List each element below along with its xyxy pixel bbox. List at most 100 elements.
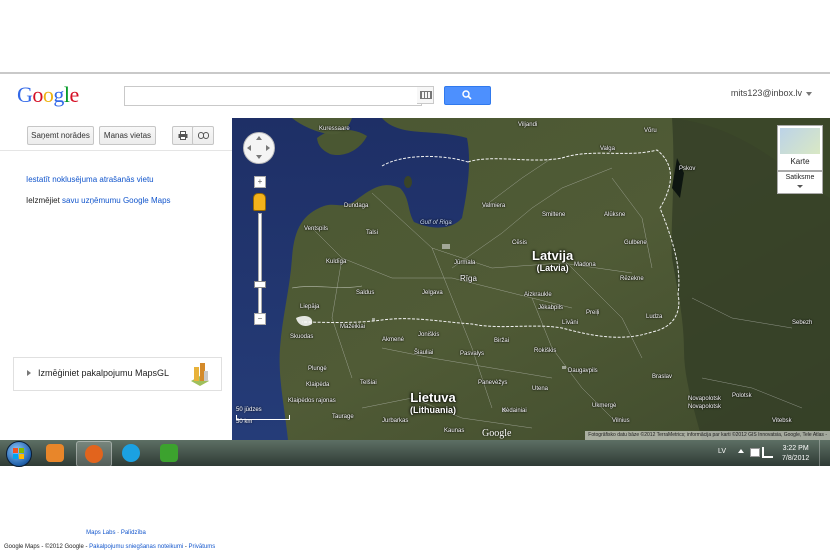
map-label[interactable]: Talsi bbox=[366, 230, 378, 236]
map-label[interactable]: Gulf of Riga bbox=[420, 220, 452, 226]
tray-expand-icon[interactable] bbox=[738, 449, 744, 453]
map-label[interactable]: Ventspils bbox=[304, 226, 328, 232]
keyboard-icon[interactable] bbox=[417, 86, 434, 104]
map-label[interactable]: Telšiai bbox=[360, 380, 377, 386]
pan-down-icon[interactable] bbox=[256, 155, 262, 159]
footer-legal: Google Maps - ©2012 Google - Pakalpojumu… bbox=[4, 544, 216, 550]
map-label[interactable]: Jelgava bbox=[422, 290, 443, 296]
system-clock[interactable]: 3:22 PM 7/8/2012 bbox=[782, 444, 809, 464]
map-label[interactable]: Polotsk bbox=[732, 393, 752, 399]
map-label[interactable]: Jūrmala bbox=[454, 260, 475, 266]
business-link[interactable]: savu uzņēmumu Google Maps bbox=[62, 196, 171, 205]
taskbar-button[interactable] bbox=[114, 441, 148, 465]
search-button[interactable] bbox=[444, 86, 491, 105]
taskbar-button[interactable] bbox=[76, 441, 112, 467]
map-label[interactable]: Panevėžys bbox=[478, 380, 507, 386]
windows-taskbar: LV 3:22 PM 7/8/2012 bbox=[0, 440, 830, 467]
map-label[interactable]: Utena bbox=[532, 386, 548, 392]
language-indicator[interactable]: LV bbox=[718, 448, 726, 455]
map-label[interactable]: Līvāni bbox=[562, 320, 578, 326]
map-label[interactable]: Klaipėdos rajonas bbox=[288, 398, 336, 404]
map-label[interactable]: Aizkraukle bbox=[524, 292, 552, 298]
map-label[interactable]: Šiauliai bbox=[414, 350, 433, 356]
map-label[interactable]: Sebezh bbox=[792, 320, 812, 326]
map-label[interactable]: Dundaga bbox=[344, 203, 368, 209]
map-label[interactable]: Vitebsk bbox=[772, 418, 792, 424]
map-label[interactable]: Vilnius bbox=[612, 418, 630, 424]
set-default-location-link[interactable]: Iestatīt noklusējuma atrašanās vietu bbox=[26, 175, 154, 184]
zoom-out-button[interactable]: − bbox=[254, 313, 266, 325]
map-label[interactable]: Jurbarkas bbox=[382, 418, 408, 424]
browser-chrome-blank bbox=[0, 0, 830, 72]
zoom-slider-track[interactable] bbox=[258, 213, 262, 315]
map-label[interactable]: Preiļi bbox=[586, 310, 599, 316]
map-label[interactable]: Braslav bbox=[652, 374, 672, 380]
pegman-icon[interactable] bbox=[253, 193, 266, 211]
google-logo[interactable]: Google bbox=[17, 82, 79, 108]
map-label[interactable]: Võru bbox=[644, 128, 657, 134]
pan-control[interactable] bbox=[243, 132, 275, 164]
help-link[interactable]: Palīdzība bbox=[121, 530, 146, 536]
map-label[interactable]: Valga bbox=[600, 146, 615, 152]
lithuania-name: Lietuva bbox=[410, 390, 456, 405]
map-label[interactable]: Viljandi bbox=[518, 122, 537, 128]
pan-left-icon[interactable] bbox=[247, 145, 251, 151]
get-directions-button[interactable]: Saņemt norādes bbox=[27, 126, 94, 145]
map-canvas[interactable]: Kuressaare Viljandi Võru Valga Pskov Dundaga V… bbox=[232, 118, 830, 440]
map-label[interactable]: Valmiera bbox=[482, 203, 505, 209]
network-icon[interactable] bbox=[762, 447, 773, 458]
map-label[interactable]: Akmenė bbox=[382, 337, 404, 343]
map-label[interactable]: Ukmergė bbox=[592, 403, 616, 409]
map-label[interactable]: Rokiškis bbox=[534, 348, 556, 354]
chevron-down-icon bbox=[797, 185, 803, 188]
map-label[interactable]: Novapolotsk bbox=[688, 404, 721, 410]
map-label[interactable]: Pskov bbox=[679, 166, 695, 172]
privacy-link[interactable]: Privātums bbox=[189, 544, 216, 550]
my-places-button[interactable]: Manas vietas bbox=[99, 126, 156, 145]
pan-right-icon[interactable] bbox=[266, 145, 270, 151]
mapsgl-promo[interactable]: Izmēģiniet pakalpojumu MapsGL bbox=[13, 357, 222, 391]
search-input[interactable] bbox=[124, 86, 422, 106]
map-label[interactable]: Madona bbox=[574, 262, 596, 268]
action-center-icon[interactable] bbox=[750, 448, 760, 457]
map-label[interactable]: Kuressaare bbox=[319, 126, 350, 132]
map-label[interactable]: Rīga bbox=[460, 274, 477, 283]
taskbar-button[interactable] bbox=[38, 441, 72, 465]
zoom-slider-thumb[interactable] bbox=[254, 281, 266, 288]
map-label[interactable]: Kaunas bbox=[444, 428, 464, 434]
map-label[interactable]: Skuodas bbox=[290, 334, 313, 340]
map-label[interactable]: Mažeikiai bbox=[340, 324, 365, 330]
map-label[interactable]: Rēzekne bbox=[620, 276, 644, 282]
map-label[interactable]: Pasvalys bbox=[460, 351, 484, 357]
account-menu[interactable]: mits123@inbox.lv bbox=[731, 88, 812, 98]
map-label[interactable]: Cēsis bbox=[512, 240, 527, 246]
map-label[interactable]: Plungė bbox=[308, 366, 327, 372]
map-label[interactable]: Smiltene bbox=[542, 212, 565, 218]
map-type-traffic[interactable]: Satiksme bbox=[777, 171, 823, 194]
taskbar-button[interactable] bbox=[152, 441, 186, 465]
map-label[interactable]: Biržai bbox=[494, 338, 509, 344]
maps-labs-link[interactable]: Maps Labs bbox=[86, 530, 115, 536]
zoom-in-button[interactable]: + bbox=[254, 176, 266, 188]
map-label[interactable]: Kėdainiai bbox=[502, 408, 527, 414]
map-label[interactable]: Novapolotsk bbox=[688, 396, 721, 402]
map-label[interactable]: Gulbene bbox=[624, 240, 647, 246]
map-label[interactable]: Joniškis bbox=[418, 332, 439, 338]
windows-logo-icon-part bbox=[19, 454, 24, 459]
show-desktop-button[interactable] bbox=[819, 440, 830, 466]
pan-up-icon[interactable] bbox=[256, 136, 262, 140]
map-label[interactable]: Ludza bbox=[646, 314, 662, 320]
start-button[interactable] bbox=[6, 441, 32, 467]
map-label[interactable]: Liepāja bbox=[300, 304, 319, 310]
map-label[interactable]: Alūksne bbox=[604, 212, 625, 218]
map-label[interactable]: Saldus bbox=[356, 290, 374, 296]
map-type-karte[interactable]: Karte bbox=[777, 125, 823, 171]
map-label[interactable]: Taurage bbox=[332, 414, 354, 420]
map-label[interactable]: Jēkabpils bbox=[538, 305, 563, 311]
link-button[interactable] bbox=[192, 126, 214, 145]
print-button[interactable] bbox=[172, 126, 194, 145]
map-label[interactable]: Klaipėda bbox=[306, 382, 329, 388]
map-label[interactable]: Kuldīga bbox=[326, 259, 346, 265]
map-label[interactable]: Daugavpils bbox=[568, 368, 598, 374]
terms-link[interactable]: Pakalpojumu sniegšanas noteikumi bbox=[89, 544, 183, 550]
